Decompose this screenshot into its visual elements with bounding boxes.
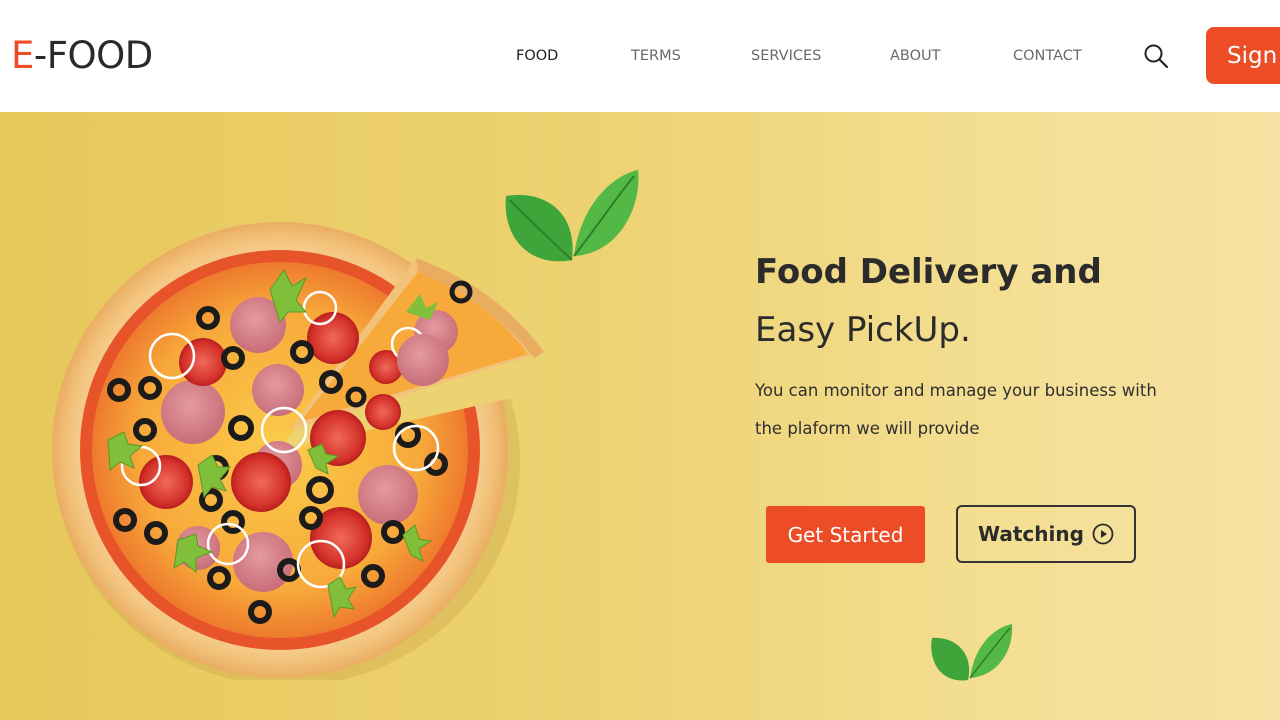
logo-text: -FOOD: [33, 34, 153, 77]
play-circle-icon: [1092, 523, 1114, 545]
leaf-decoration-top: [505, 170, 639, 262]
watching-label: Watching: [978, 522, 1084, 546]
nav-terms[interactable]: TERMS: [631, 47, 681, 65]
site-header: E-FOOD FOOD TERMS SERVICES ABOUT CONTACT…: [0, 0, 1280, 112]
logo[interactable]: E-FOOD: [11, 34, 153, 78]
search-icon[interactable]: [1143, 43, 1169, 69]
hero-title: Food Delivery and: [755, 252, 1102, 292]
nav-services[interactable]: SERVICES: [751, 47, 821, 65]
nav-contact[interactable]: CONTACT: [1013, 47, 1082, 65]
hero-subtitle: Easy PickUp.: [755, 310, 971, 350]
get-started-button[interactable]: Get Started: [766, 506, 925, 563]
nav-food[interactable]: FOOD: [516, 47, 558, 65]
watching-button[interactable]: Watching: [956, 505, 1136, 563]
landing-page: E-FOOD FOOD TERMS SERVICES ABOUT CONTACT…: [0, 0, 1280, 720]
logo-accent: E: [11, 34, 34, 77]
signin-button[interactable]: Sign: [1206, 27, 1280, 84]
hero-description: You can monitor and manage your business…: [755, 381, 1157, 438]
nav-about[interactable]: ABOUT: [890, 47, 941, 65]
leaf-decoration-bottom: [931, 624, 1013, 681]
pizza-illustration: [52, 222, 544, 680]
